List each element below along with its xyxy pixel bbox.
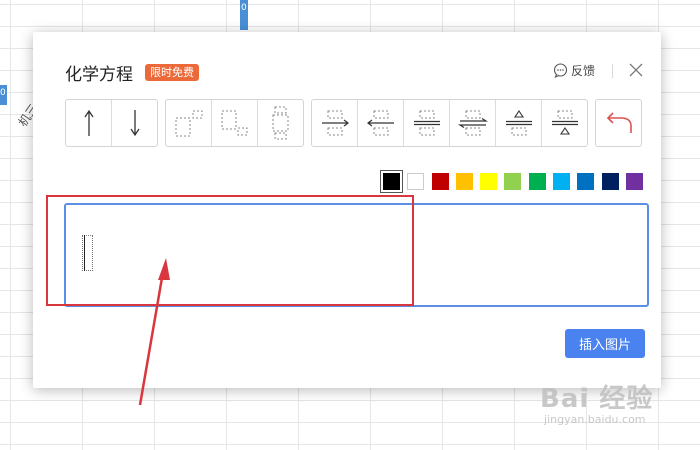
baidu-watermark: Bai 经验 jingyan.baidu.com [540, 378, 653, 426]
watermark-url: jingyan.baidu.com [544, 413, 646, 426]
watermark-logo: Bai 经验 [540, 384, 654, 414]
